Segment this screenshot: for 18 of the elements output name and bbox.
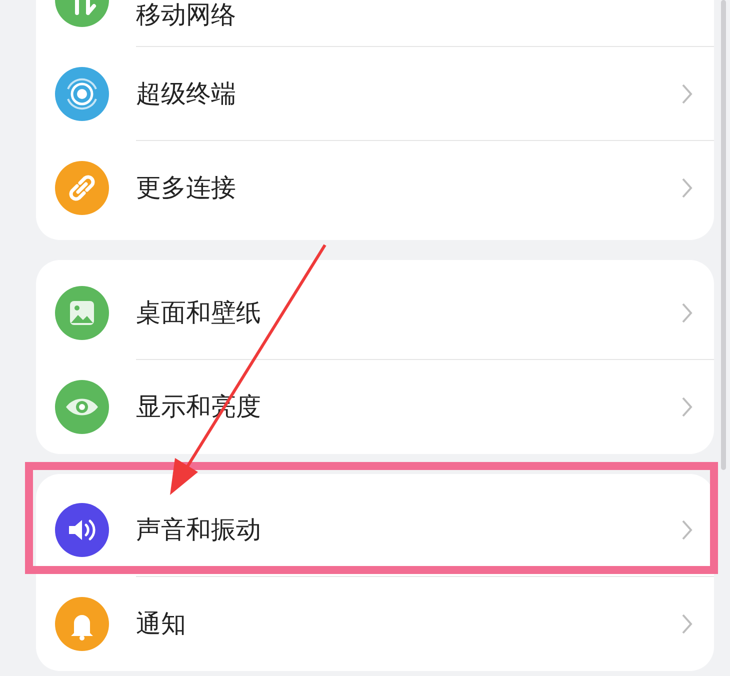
setting-row[interactable]: 更多连接	[36, 141, 714, 235]
setting-row[interactable]: 超级终端	[36, 47, 714, 141]
chevron-icon	[680, 82, 694, 106]
setting-label[interactable]: 桌面和壁纸	[136, 298, 680, 328]
chevron-icon	[680, 176, 694, 200]
setting-label[interactable]: 通知	[136, 609, 680, 639]
chevron-icon	[680, 395, 694, 419]
chevron-icon	[680, 300, 694, 324]
setting-label[interactable]: 超级终端	[136, 78, 680, 108]
chevron-icon	[680, 612, 694, 636]
scrollbar-thumb[interactable]	[721, 0, 726, 470]
setting-row[interactable]: 移动网络	[36, 0, 714, 47]
chevron-icon	[680, 518, 694, 542]
setting-label[interactable]: 声音和振动	[136, 514, 680, 544]
setting-row[interactable]: 通知	[36, 577, 714, 671]
setting-label[interactable]: 更多连接	[136, 173, 680, 203]
setting-row[interactable]: 桌面和壁纸	[36, 266, 714, 360]
setting-label[interactable]: 移动网络	[136, 0, 694, 30]
